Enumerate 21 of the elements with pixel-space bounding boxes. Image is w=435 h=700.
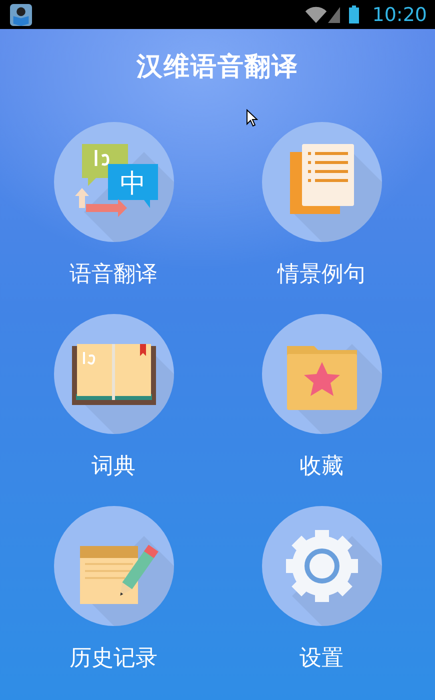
gear-icon	[286, 530, 358, 602]
battery-icon	[349, 5, 360, 24]
menu-label[interactable]: 收藏	[300, 452, 344, 482]
menu-label[interactable]: 设置	[300, 644, 344, 674]
app-icon	[10, 4, 32, 26]
speech-bubbles-icon	[74, 144, 158, 217]
document-list-icon	[290, 144, 354, 214]
app-title: 汉维语音翻译	[136, 51, 298, 84]
wifi-icon	[305, 6, 328, 23]
menu-label[interactable]: 语音翻译	[70, 260, 158, 290]
open-book-icon	[72, 344, 156, 405]
notepad-pencil-icon	[80, 544, 158, 604]
menu-tile[interactable]: 中	[54, 122, 174, 242]
cursor-icon	[246, 109, 258, 127]
menu-label[interactable]: 情景例句	[278, 260, 366, 290]
folder-star-icon	[286, 346, 356, 410]
clock-time: 10:20	[372, 4, 427, 26]
signal-icon	[328, 6, 340, 22]
menu-label[interactable]: 词典	[92, 452, 136, 482]
menu-label[interactable]: 历史记录	[70, 644, 158, 674]
icon-label: 中	[120, 169, 146, 199]
